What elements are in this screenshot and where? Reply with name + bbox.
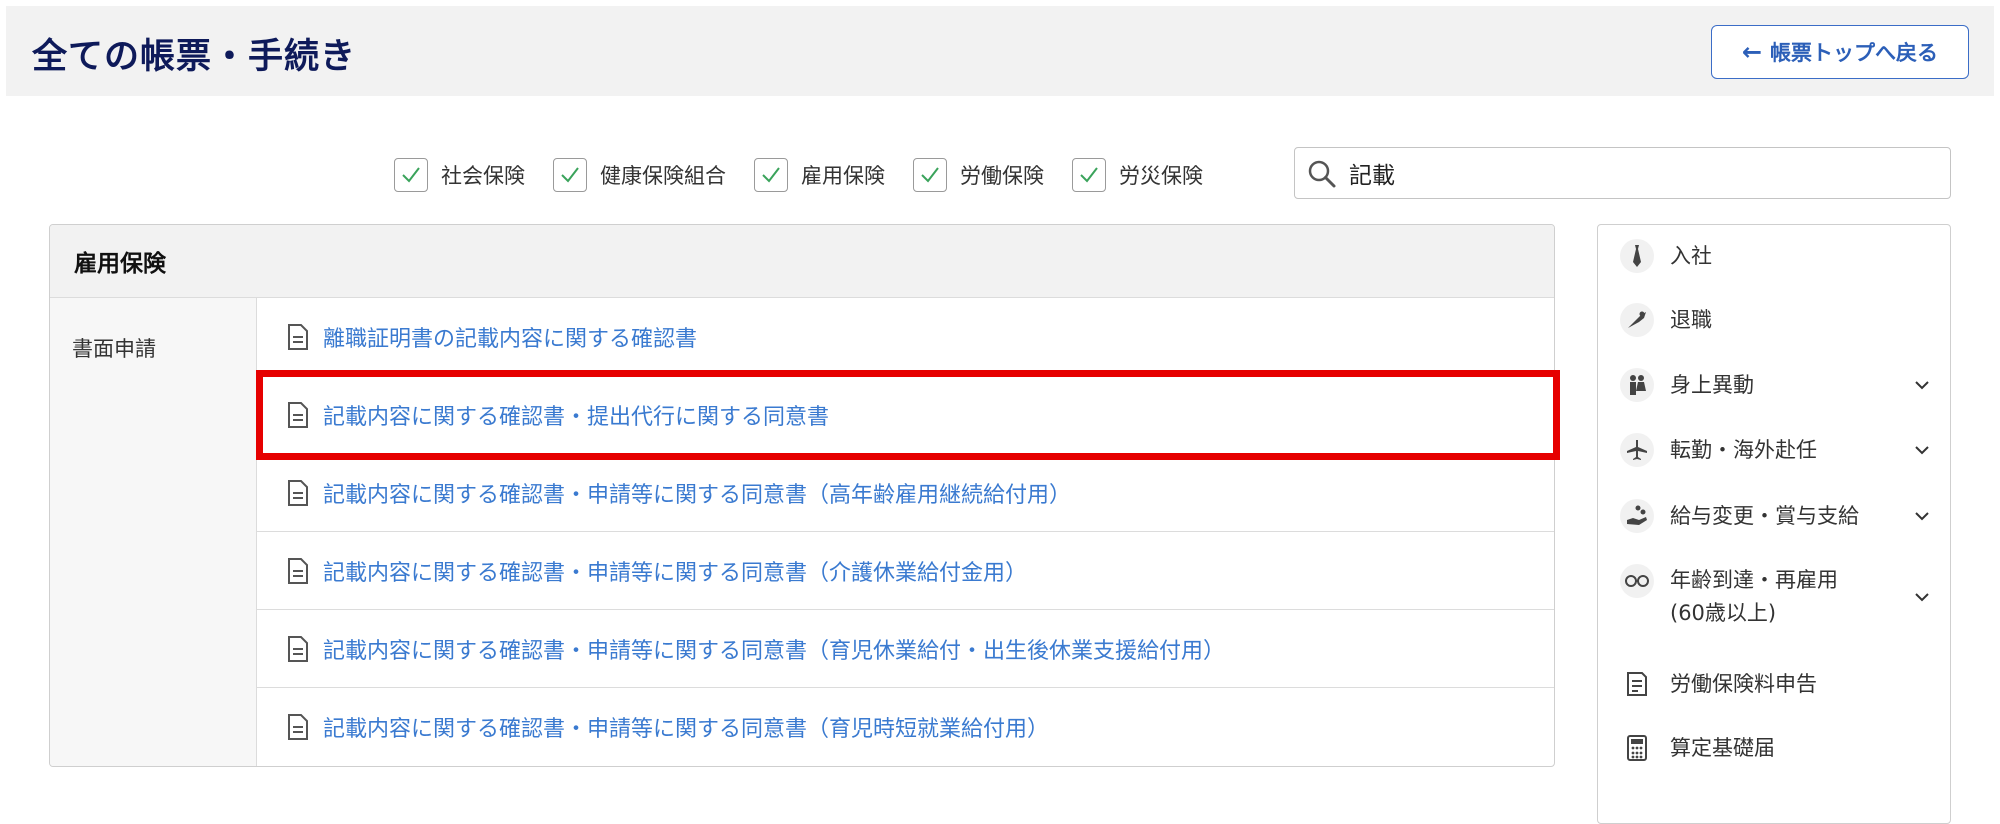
checkbox[interactable] — [913, 158, 947, 192]
document-list: 離職証明書の記載内容に関する確認書 記載内容に関する確認書・提出代行に関する同意… — [257, 298, 1554, 766]
arrow-left-icon: ← — [1741, 38, 1763, 66]
sidebar-item-label: 算定基礎届 — [1670, 735, 1775, 760]
list-item[interactable]: 記載内容に関する確認書・申請等に関する同意書（高年齢雇用継続給付用） — [257, 454, 1554, 532]
document-link[interactable]: 記載内容に関する確認書・申請等に関する同意書（高年齢雇用継続給付用） — [323, 477, 1071, 509]
checkbox[interactable] — [553, 158, 587, 192]
category-label: 書面申請 — [72, 337, 156, 361]
sidebar-item-label: 身上異動 — [1670, 372, 1754, 397]
chevron-down-icon[interactable] — [1914, 442, 1930, 458]
document-icon — [288, 557, 308, 584]
sidebar-item-label: 労働保険料申告 — [1670, 671, 1817, 696]
procedure-category-sidebar: 入社 退職 身上異動 転勤・海外赴任 給与変更・賞与支給 年齢到達・再雇用 (6… — [1597, 224, 1951, 824]
list-item[interactable]: 記載内容に関する確認書・申請等に関する同意書（育児時短就業給付用） — [257, 688, 1554, 766]
filter-workers-comp-insurance[interactable]: 労災保険 — [1072, 158, 1203, 192]
coins-hand-icon — [1620, 499, 1654, 533]
search-input[interactable] — [1349, 156, 1929, 190]
airplane-icon — [1620, 433, 1654, 467]
document-link[interactable]: 記載内容に関する確認書・申請等に関する同意書（育児休業給付・出生後休業支援給付用… — [323, 633, 1225, 665]
filter-label: 労災保険 — [1119, 164, 1203, 188]
checkmark-icon — [921, 167, 939, 183]
category-cell: 書面申請 — [50, 298, 257, 766]
chevron-down-icon[interactable] — [1914, 377, 1930, 393]
checkmark-icon — [561, 167, 579, 183]
sidebar-item-transfer-overseas[interactable]: 転勤・海外赴任 — [1620, 433, 1940, 467]
filter-health-insurance-union[interactable]: 健康保険組合 — [553, 158, 726, 192]
document-link[interactable]: 記載内容に関する確認書・提出代行に関する同意書 — [323, 399, 829, 431]
page-title: 全ての帳票・手続き — [32, 37, 357, 77]
sidebar-item-personal-change[interactable]: 身上異動 — [1620, 368, 1940, 402]
list-item[interactable]: 記載内容に関する確認書・申請等に関する同意書（介護休業給付金用） — [257, 532, 1554, 610]
sidebar-item-label: 退職 — [1670, 307, 1712, 332]
filter-label: 労働保険 — [960, 164, 1044, 188]
document-icon — [288, 635, 308, 662]
filter-label: 雇用保険 — [801, 164, 885, 188]
document-link[interactable]: 離職証明書の記載内容に関する確認書 — [323, 321, 697, 353]
sidebar-item-joining[interactable]: 入社 — [1620, 239, 1940, 273]
filter-label: 社会保険 — [441, 164, 525, 188]
checkmark-icon — [402, 167, 420, 183]
forms-table: 雇用保険 書面申請 離職証明書の記載内容に関する確認書 記載内容に関する確認書・… — [49, 224, 1555, 767]
sidebar-item-label: 年齢到達・再雇用 (60歳以上) — [1670, 564, 1838, 630]
sidebar-item-resignation[interactable]: 退職 — [1620, 303, 1940, 337]
chevron-down-icon[interactable] — [1914, 508, 1930, 524]
document-icon — [288, 479, 308, 506]
checkmark-icon — [762, 167, 780, 183]
back-to-forms-top-button[interactable]: ← 帳票トップへ戻る — [1711, 25, 1969, 79]
search-box[interactable] — [1294, 147, 1951, 199]
document-icon — [288, 323, 308, 350]
checkbox[interactable] — [754, 158, 788, 192]
document-icon — [288, 714, 308, 740]
checkbox[interactable] — [1072, 158, 1106, 192]
sidebar-item-label-line1: 年齢到達・再雇用 — [1670, 568, 1838, 592]
document-icon — [288, 401, 308, 428]
sidebar-item-label: 転勤・海外赴任 — [1670, 437, 1817, 462]
list-item[interactable]: 記載内容に関する確認書・提出代行に関する同意書 — [257, 376, 1554, 454]
list-item[interactable]: 離職証明書の記載内容に関する確認書 — [257, 298, 1554, 376]
bouquet-icon — [1620, 303, 1654, 337]
couple-icon — [1620, 368, 1654, 402]
section-body: 書面申請 離職証明書の記載内容に関する確認書 記載内容に関する確認書・提出代行に… — [50, 298, 1554, 766]
sidebar-item-salary-bonus[interactable]: 給与変更・賞与支給 — [1620, 499, 1940, 533]
filter-employment-insurance[interactable]: 雇用保険 — [754, 158, 885, 192]
sidebar-item-labor-insurance-declaration[interactable]: 労働保険料申告 — [1620, 667, 1940, 701]
insurance-filter-row: 社会保険 健康保険組合 雇用保険 労働保険 労災保険 — [394, 157, 1231, 193]
filter-labor-insurance[interactable]: 労働保険 — [913, 158, 1044, 192]
sidebar-item-base-calculation[interactable]: 算定基礎届 — [1620, 731, 1940, 765]
document-link[interactable]: 記載内容に関する確認書・申請等に関する同意書（介護休業給付金用） — [323, 555, 1027, 587]
sidebar-item-label: 給与変更・賞与支給 — [1670, 503, 1859, 528]
page-header: 全ての帳票・手続き ← 帳票トップへ戻る — [6, 6, 1994, 96]
glasses-icon — [1620, 564, 1654, 598]
document-icon — [1620, 667, 1654, 701]
sidebar-item-label-line2: (60歳以上) — [1670, 601, 1777, 625]
calculator-icon — [1620, 731, 1654, 765]
checkbox[interactable] — [394, 158, 428, 192]
section-title: 雇用保険 — [50, 225, 1554, 298]
document-link[interactable]: 記載内容に関する確認書・申請等に関する同意書（育児時短就業給付用） — [323, 711, 1049, 743]
chevron-down-icon[interactable] — [1914, 589, 1930, 605]
checkmark-icon — [1080, 167, 1098, 183]
search-icon — [1308, 160, 1336, 188]
list-item[interactable]: 記載内容に関する確認書・申請等に関する同意書（育児休業給付・出生後休業支援給付用… — [257, 610, 1554, 688]
back-button-label: 帳票トップへ戻る — [1770, 41, 1939, 65]
sidebar-item-age-reemployment[interactable]: 年齢到達・再雇用 (60歳以上) — [1620, 564, 1940, 630]
sidebar-item-label: 入社 — [1670, 243, 1712, 268]
filter-label: 健康保険組合 — [600, 164, 726, 188]
necktie-icon — [1620, 239, 1654, 273]
filter-social-insurance[interactable]: 社会保険 — [394, 158, 525, 192]
